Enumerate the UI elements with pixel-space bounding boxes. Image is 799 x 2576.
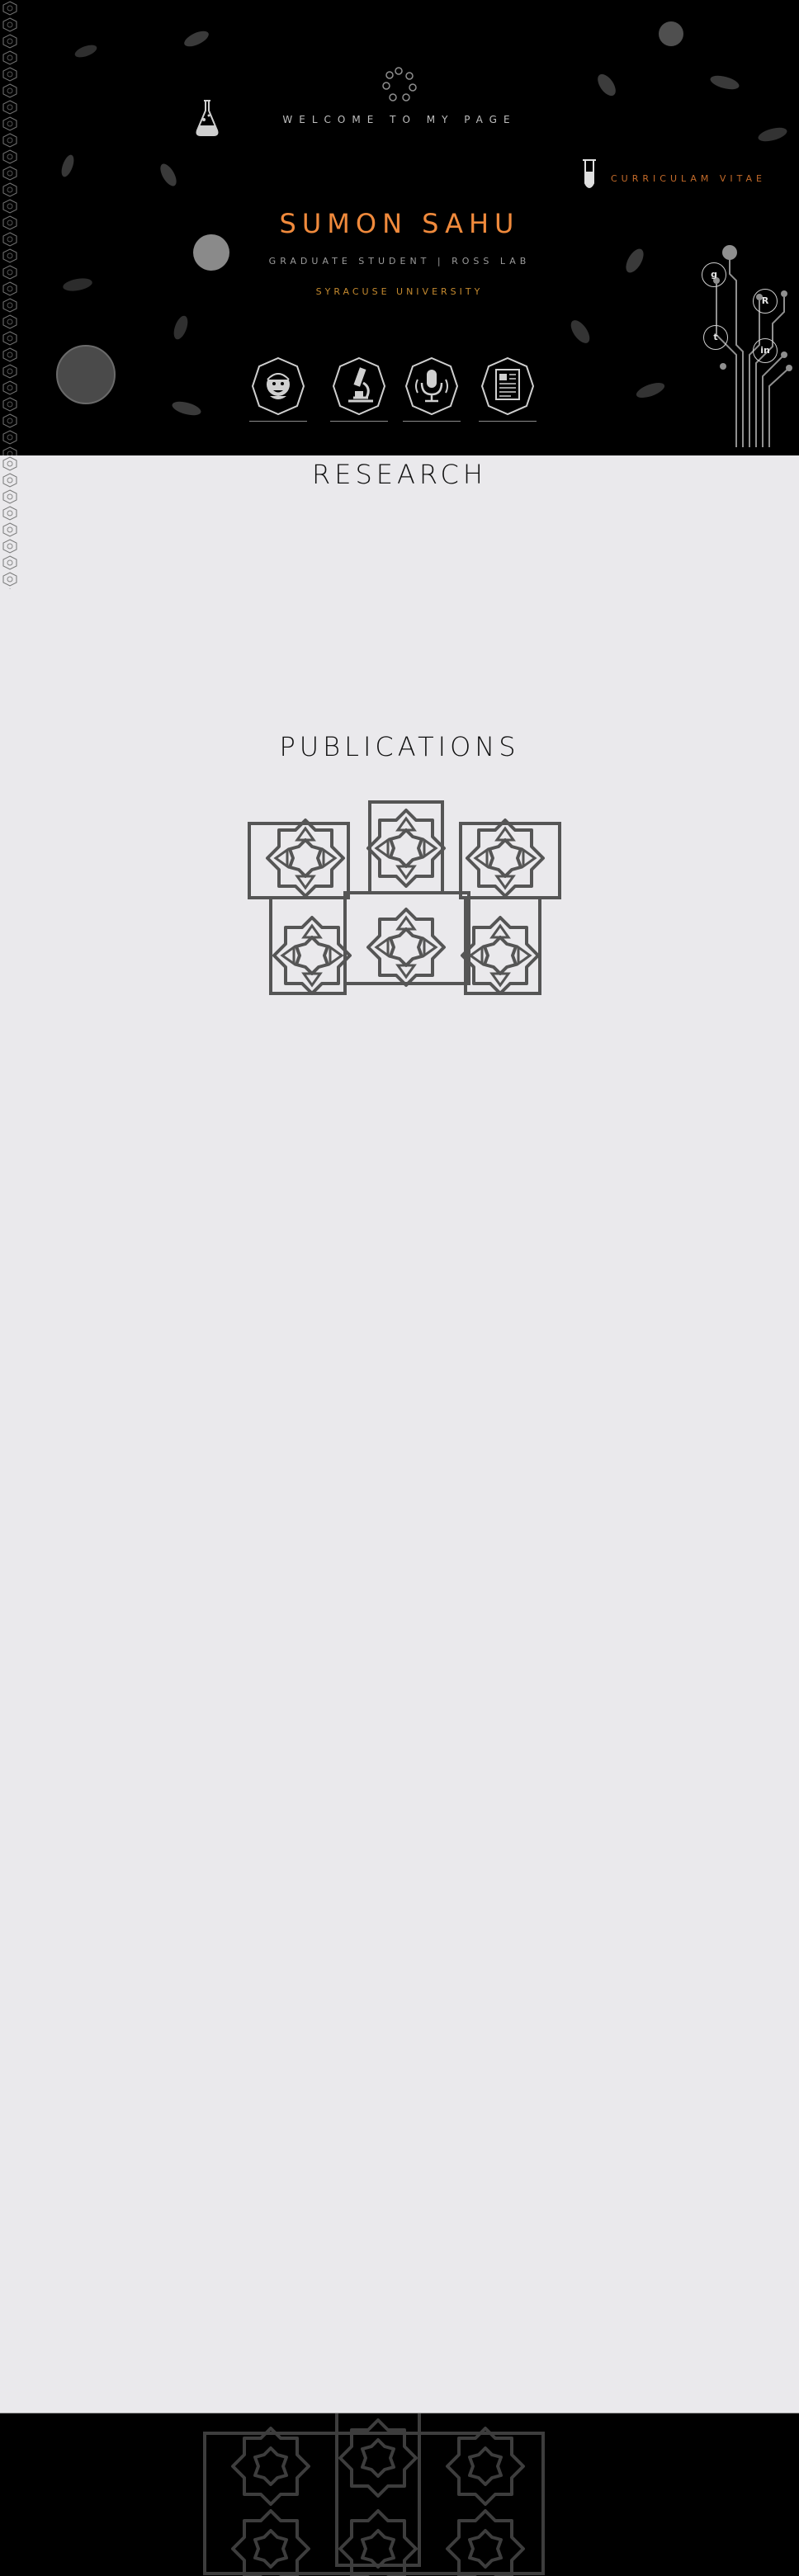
leaf-decoration — [570, 320, 590, 343]
nav-research-button[interactable] — [330, 355, 388, 424]
twitter-link[interactable]: t — [703, 325, 728, 350]
research-section-title: RESEARCH — [312, 459, 487, 490]
bubble-decoration — [659, 21, 683, 46]
test-tube-icon[interactable] — [579, 157, 599, 193]
leaf-decoration — [173, 315, 188, 340]
nav-underline — [403, 421, 461, 422]
microphone-icon — [404, 356, 459, 416]
nav-underline — [249, 421, 307, 422]
researchgate-link[interactable]: R — [753, 289, 778, 314]
header-banner: WELCOME TO MY PAGE CURRICULAM VITAE SUMO… — [0, 0, 799, 455]
leaf-decoration — [598, 73, 616, 97]
footer — [0, 2413, 799, 2576]
page-title: SUMON SAHU — [279, 208, 520, 239]
leaf-decoration — [61, 154, 74, 177]
university-text: SYRACUSE UNIVERSITY — [315, 286, 484, 297]
loading-dots-icon — [382, 67, 417, 101]
leaf-decoration — [710, 75, 740, 90]
nav-publications-button[interactable] — [479, 355, 537, 424]
leaf-decoration — [758, 127, 787, 142]
bubble-decoration — [56, 345, 116, 404]
publications-section-title: PUBLICATIONS — [279, 731, 520, 762]
nav-about-button[interactable] — [249, 355, 307, 424]
geometric-pattern-illustration — [248, 800, 561, 995]
nav-underline — [479, 421, 537, 422]
profile-face-icon — [251, 356, 305, 416]
linkedin-link[interactable]: in — [753, 338, 778, 363]
document-icon — [480, 356, 535, 416]
footer-pattern-decoration — [203, 2413, 545, 2576]
leaf-decoration — [74, 45, 97, 58]
curriculum-vitae-link[interactable]: CURRICULAM VITAE — [611, 173, 766, 184]
leaf-decoration — [636, 382, 665, 399]
leaf-decoration — [172, 401, 201, 416]
welcome-text: WELCOME TO MY PAGE — [282, 114, 517, 125]
google-scholar-link[interactable]: g — [702, 262, 726, 287]
nav-underline — [330, 421, 388, 422]
leaf-decoration — [184, 31, 209, 47]
role-subtitle: GRADUATE STUDENT | ROSS LAB — [268, 256, 531, 267]
leaf-decoration — [160, 163, 177, 186]
nav-talks-button[interactable] — [403, 355, 461, 424]
microscope-icon — [332, 356, 386, 416]
